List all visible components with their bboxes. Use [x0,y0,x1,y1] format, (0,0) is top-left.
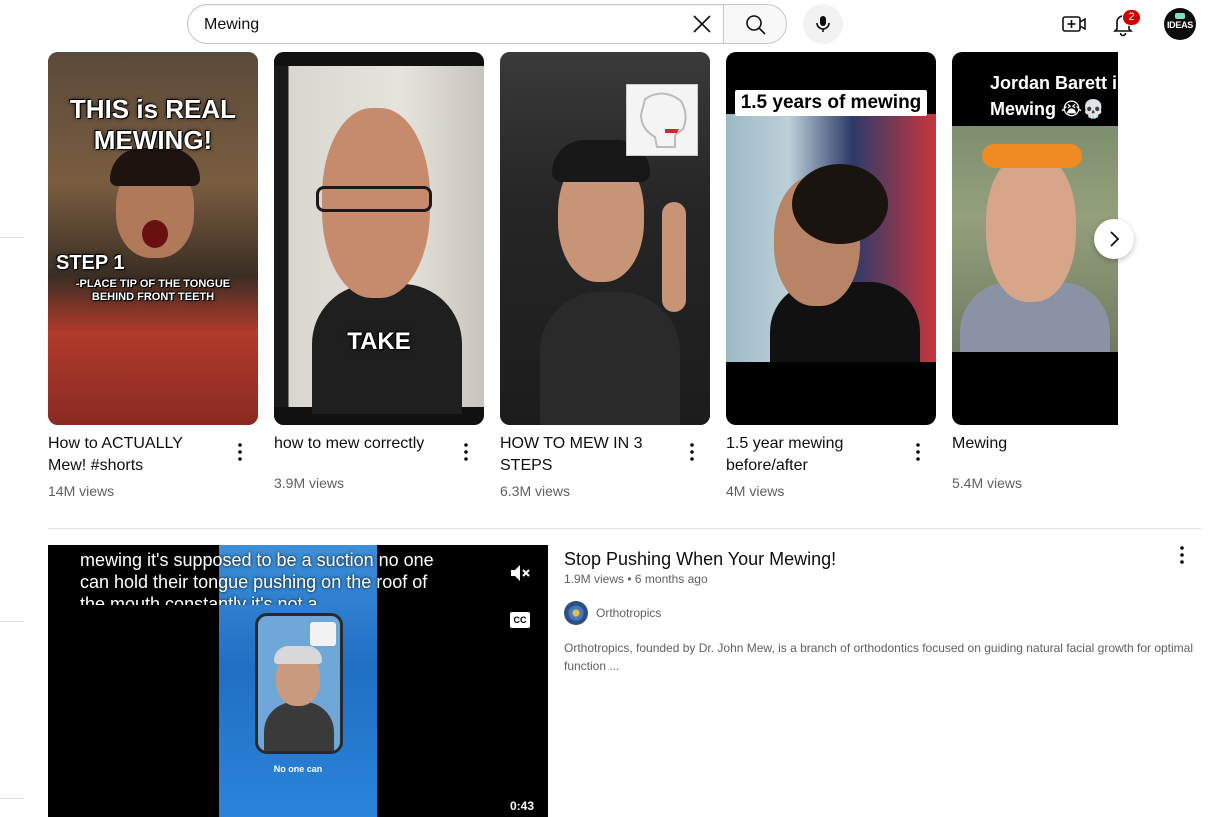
person-face-shape [986,152,1076,302]
more-vertical-icon [464,443,468,461]
create-video-button[interactable] [1060,10,1088,38]
headband-shape [982,144,1082,168]
search-box [187,4,723,44]
more-vertical-icon [690,443,694,461]
video-metadata: 1.9M views • 6 months ago [564,572,708,586]
thumbnail-headline: THIS is REAL MEWING! [48,94,258,156]
headline-line: THIS is REAL [69,94,237,124]
short-title[interactable]: 1.5 year mewing before/after [726,433,902,477]
section-divider [48,528,1202,529]
video-title[interactable]: Stop Pushing When Your Mewing! [564,547,836,571]
meta-separator: • [627,572,635,586]
short-thumbnail[interactable]: TAKE [274,52,484,425]
video-preview-player[interactable]: No one can mewing it's supposed to be a … [48,545,548,817]
short-item: TAKE how to mew correctly 3.9M views [274,52,484,491]
anatomy-inset [626,84,698,156]
short-more-button[interactable] [228,440,252,464]
more-vertical-icon [916,443,920,461]
headline-line: MEWING! [93,125,213,155]
person-hair-shape [792,164,888,244]
short-item: 1.5 years of mewing 1.5 year mewing befo… [726,52,936,499]
search-icon [746,15,766,35]
video-captions: mewing it's supposed to be a suction no … [80,550,434,605]
short-title[interactable]: how to mew correctly [274,433,450,455]
shelf-next-button[interactable] [1094,219,1134,259]
open-mouth-shape [142,220,168,248]
more-vertical-icon [1180,546,1184,564]
account-avatar[interactable]: IDEAS [1164,8,1196,40]
caption-line: Mewing 😭💀 [990,99,1105,119]
short-thumbnail[interactable] [500,52,710,425]
step-text-line: -PLACE TIP OF THE TONGUE [75,278,231,290]
avatar-logo-mark [1175,13,1185,19]
short-item: HOW TO MEW IN 3 STEPS 6.3M views [500,52,710,499]
video-duration: 0:43 [510,799,535,813]
short-thumbnail[interactable]: THIS is REAL MEWING! STEP 1 -PLACE TIP O… [48,52,258,425]
short-views: 4M views [726,483,785,499]
short-more-button[interactable] [454,440,478,464]
video-description: Orthotropics, founded by Dr. John Mew, i… [564,641,1194,673]
search-button[interactable] [723,4,787,44]
clear-search-button[interactable] [687,9,717,39]
thumbnail-caption: Jordan Barett is Mewing 😭💀 [990,70,1118,122]
search-input[interactable] [204,13,684,37]
volume-muted-icon [511,565,530,581]
channel-avatar[interactable] [564,601,588,625]
sidebar-edge-line [0,798,24,799]
thumbnail-step-text: -PLACE TIP OF THE TONGUE BEHIND FRONT TE… [48,278,258,304]
step-text-line: BEHIND FRONT TEETH [91,291,215,303]
phone-mockup [255,613,343,754]
captions-button[interactable]: CC [510,612,530,628]
short-more-button[interactable] [906,440,930,464]
more-vertical-icon [238,443,242,461]
short-title[interactable]: Mewing [952,433,1128,455]
short-item: THIS is REAL MEWING! STEP 1 -PLACE TIP O… [48,52,258,499]
short-views: 14M views [48,483,115,499]
thumbnail-caption: TAKE [347,328,411,355]
sidebar-edge-line [0,237,24,238]
microphone-icon [816,16,830,32]
anatomy-inset [310,622,336,646]
thumbnail-top-bar [274,52,484,66]
person-hair-shape [274,646,322,664]
video-age: 6 months ago [634,572,708,586]
mute-button[interactable] [508,561,532,585]
inner-video-caption: No one can [273,764,323,774]
video-more-button[interactable] [1170,543,1194,567]
notification-count-badge: 2 [1122,9,1141,26]
sidebar-edge-line [0,621,24,622]
voice-search-button[interactable] [803,4,843,44]
glasses-shape [316,186,432,212]
avatar-logo-text: IDEAS [1166,20,1193,30]
short-views: 5.4M views [952,475,1023,491]
channel-name[interactable]: Orthotropics [596,606,661,620]
thumbnail-step-label: STEP 1 [56,252,125,274]
skull-diagram-icon [639,92,687,148]
short-title[interactable]: How to ACTUALLY Mew! #shorts [48,433,224,477]
close-icon [693,15,711,33]
short-thumbnail[interactable]: 1.5 years of mewing [726,52,936,425]
shorts-shelf: THIS is REAL MEWING! STEP 1 -PLACE TIP O… [48,52,1148,512]
person-body-shape [264,702,334,751]
short-more-button[interactable] [680,440,704,464]
short-views: 6.3M views [500,483,571,499]
chevron-right-icon [1110,231,1120,247]
person-tanktop-shape [540,292,680,425]
video-views: 1.9M views [564,572,625,586]
video-plus-icon [1062,16,1086,32]
raised-finger-shape [662,202,686,312]
caption-line: Jordan Barett is [990,73,1118,93]
short-title[interactable]: HOW TO MEW IN 3 STEPS [500,433,676,477]
short-views: 3.9M views [274,475,345,491]
thumbnail-caption: 1.5 years of mewing [735,90,927,116]
